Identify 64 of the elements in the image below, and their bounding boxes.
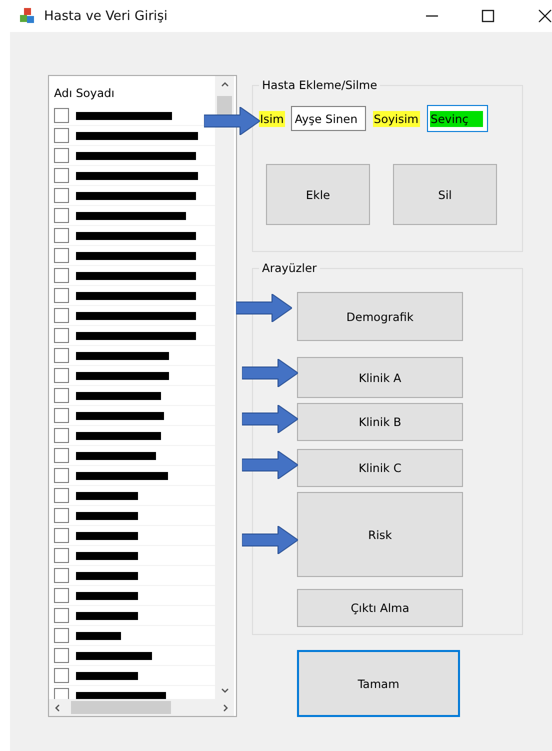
scroll-thumb[interactable] bbox=[71, 701, 171, 714]
checkbox[interactable] bbox=[54, 428, 69, 443]
redaction-bar bbox=[76, 672, 138, 680]
checkbox[interactable] bbox=[54, 248, 69, 263]
checkbox[interactable] bbox=[54, 288, 69, 303]
surname-field[interactable]: Sevinç bbox=[426, 105, 488, 132]
group-title: Arayüzler bbox=[259, 261, 320, 275]
maximize-icon[interactable] bbox=[481, 9, 495, 23]
vertical-scrollbar[interactable] bbox=[215, 76, 234, 699]
button[interactable]: Çıktı Alma bbox=[297, 589, 463, 627]
button[interactable]: Ekle bbox=[266, 164, 370, 225]
checkbox[interactable] bbox=[54, 488, 69, 503]
name-label: Isim bbox=[259, 110, 285, 126]
button[interactable]: Sil bbox=[393, 164, 497, 225]
checkbox[interactable] bbox=[54, 148, 69, 163]
redaction-bar bbox=[76, 512, 138, 520]
checkbox[interactable] bbox=[54, 388, 69, 403]
ok-button[interactable]: Tamam bbox=[297, 650, 460, 717]
list-header: Adı Soyadı bbox=[54, 85, 116, 102]
button[interactable]: Risk bbox=[297, 492, 463, 577]
surname-label: Soyisim bbox=[372, 110, 420, 126]
checkbox[interactable] bbox=[54, 448, 69, 463]
redaction-bar bbox=[76, 492, 138, 500]
checkbox[interactable] bbox=[54, 548, 69, 563]
checkbox[interactable] bbox=[54, 648, 69, 663]
checkbox[interactable] bbox=[54, 328, 69, 343]
checkbox[interactable] bbox=[54, 228, 69, 243]
scroll-thumb[interactable] bbox=[217, 96, 232, 116]
name-field[interactable]: Ayşe Sinen bbox=[290, 106, 366, 131]
button[interactable]: Demografik bbox=[297, 292, 463, 341]
checkbox[interactable] bbox=[54, 568, 69, 583]
checkbox[interactable] bbox=[54, 348, 69, 363]
checkbox[interactable] bbox=[54, 168, 69, 183]
checkbox[interactable] bbox=[54, 588, 69, 603]
redaction-bar bbox=[76, 612, 138, 620]
checkbox[interactable] bbox=[54, 308, 69, 323]
group-title: Hasta Ekleme/Silme bbox=[259, 78, 380, 92]
checkbox[interactable] bbox=[54, 468, 69, 483]
window-title: Hasta ve Veri Girişi bbox=[44, 8, 168, 24]
checkbox[interactable] bbox=[54, 408, 69, 423]
redaction-bar bbox=[76, 592, 138, 600]
patient-list[interactable]: Adı Soyadı bbox=[48, 75, 237, 717]
redaction-bar bbox=[76, 532, 138, 540]
horizontal-scrollbar[interactable] bbox=[49, 699, 234, 716]
checkbox[interactable] bbox=[54, 128, 69, 143]
redaction-bar bbox=[76, 632, 121, 640]
app-icon bbox=[19, 8, 35, 24]
checkbox[interactable] bbox=[54, 608, 69, 623]
checkbox[interactable] bbox=[54, 208, 69, 223]
button[interactable]: Klinik A bbox=[297, 357, 463, 398]
redaction-bar bbox=[76, 552, 138, 560]
checkbox[interactable] bbox=[54, 528, 69, 543]
close-icon[interactable] bbox=[538, 9, 552, 23]
button[interactable]: Klinik B bbox=[297, 403, 463, 441]
checkbox[interactable] bbox=[54, 268, 69, 283]
button[interactable]: Klinik C bbox=[297, 449, 463, 487]
checkbox[interactable] bbox=[54, 188, 69, 203]
checkbox[interactable] bbox=[54, 668, 69, 683]
checkbox[interactable] bbox=[54, 688, 69, 699]
checkbox[interactable] bbox=[54, 368, 69, 383]
redaction-bar bbox=[76, 572, 138, 580]
checkbox[interactable] bbox=[54, 108, 69, 123]
checkbox[interactable] bbox=[54, 628, 69, 643]
checkbox[interactable] bbox=[54, 508, 69, 523]
